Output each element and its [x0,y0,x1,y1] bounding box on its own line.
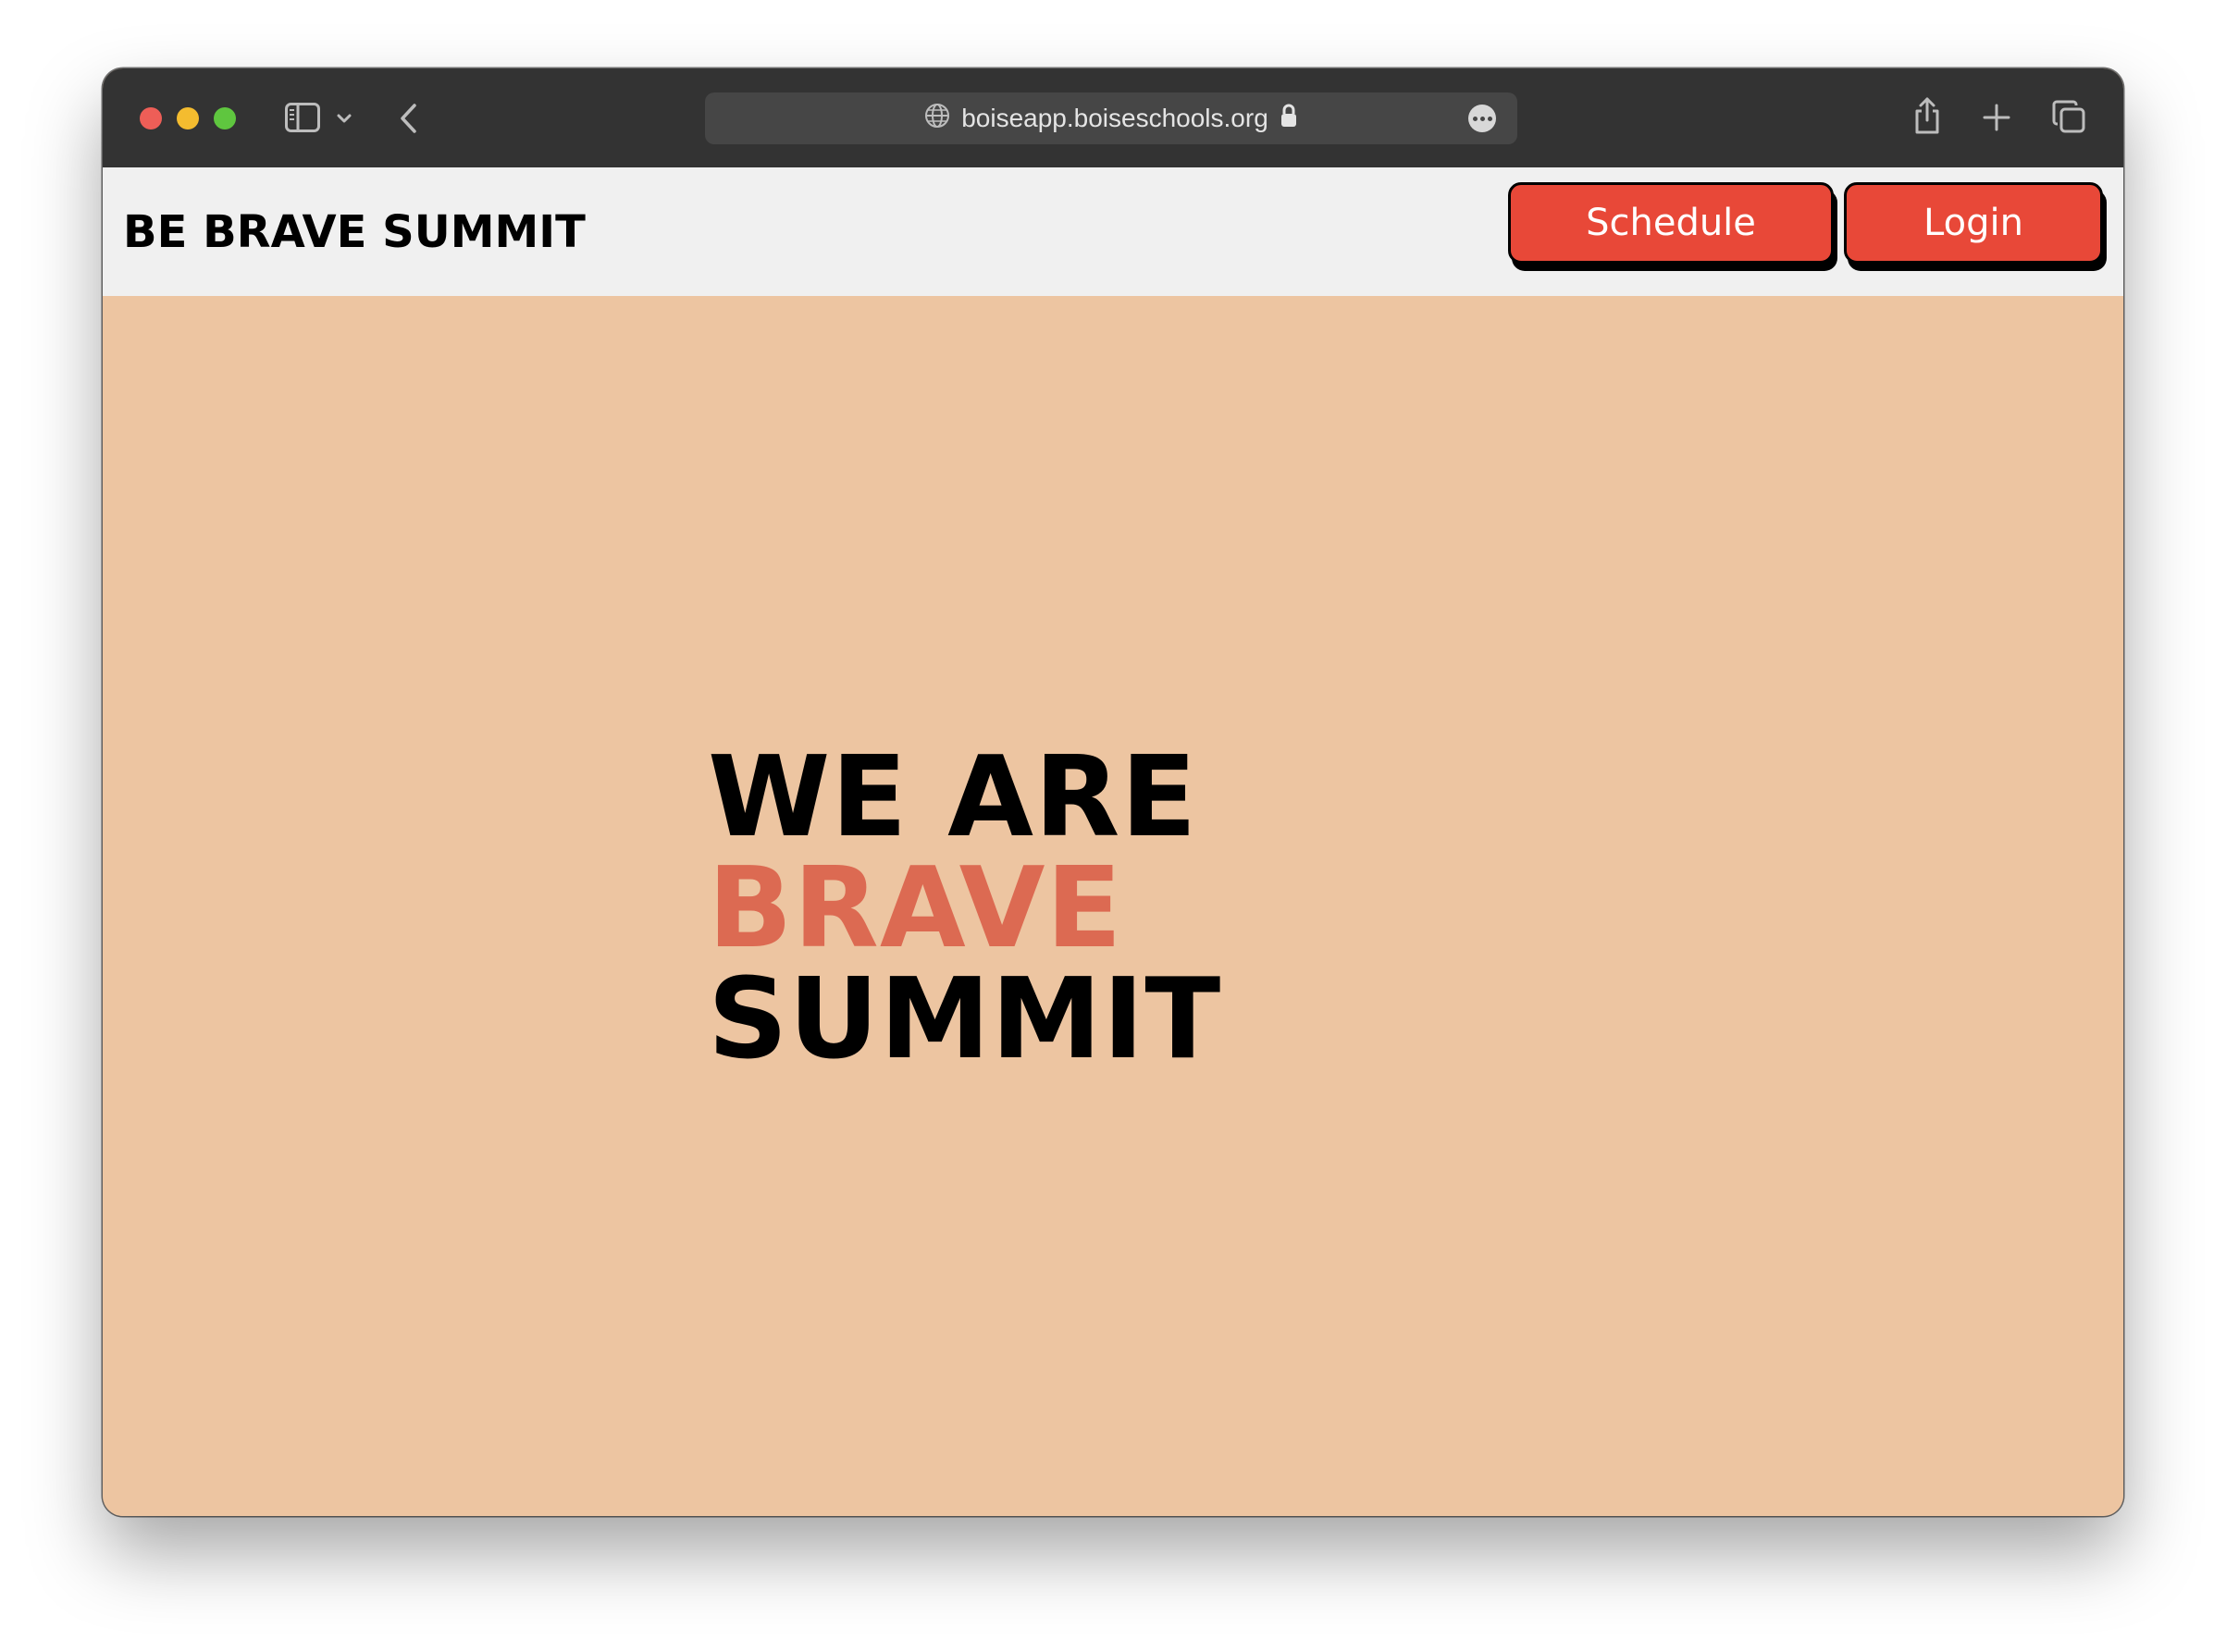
browser-titlebar: boiseapp.boiseschools.org [103,68,2123,167]
address-bar[interactable]: boiseapp.boiseschools.org [705,92,1517,144]
sidebar-icon[interactable] [284,102,321,133]
hero-line-we-are: WE ARE [708,734,1198,862]
tabs-overview-icon[interactable] [2051,99,2086,134]
chevron-down-icon[interactable] [334,109,354,128]
site-navbar: BE BRAVE SUMMIT Schedule Login [103,167,2123,296]
hero-line-summit: SUMMIT [708,955,1222,1084]
back-icon[interactable] [395,100,423,137]
lock-icon [1280,103,1298,135]
minimize-window-button[interactable] [177,107,199,129]
close-window-button[interactable] [140,107,162,129]
login-button[interactable]: Login [1844,182,2103,264]
more-icon[interactable] [1468,105,1496,132]
share-icon[interactable] [1911,94,1944,137]
hero-line-brave: BRAVE [708,844,1123,973]
browser-window: boiseapp.boiseschools.org BE BRAVE SUMMI… [103,68,2123,1516]
hero-section: WE ARE BRAVE SUMMIT [103,296,2123,1516]
schedule-button[interactable]: Schedule [1508,182,1834,264]
url-text: boiseapp.boiseschools.org [961,104,1268,132]
hero-heading: WE ARE BRAVE SUMMIT [708,743,1221,1076]
zoom-window-button[interactable] [214,107,236,129]
globe-icon [924,103,950,135]
site-brand[interactable]: BE BRAVE SUMMIT [123,206,586,258]
new-tab-icon[interactable] [1981,102,2012,133]
